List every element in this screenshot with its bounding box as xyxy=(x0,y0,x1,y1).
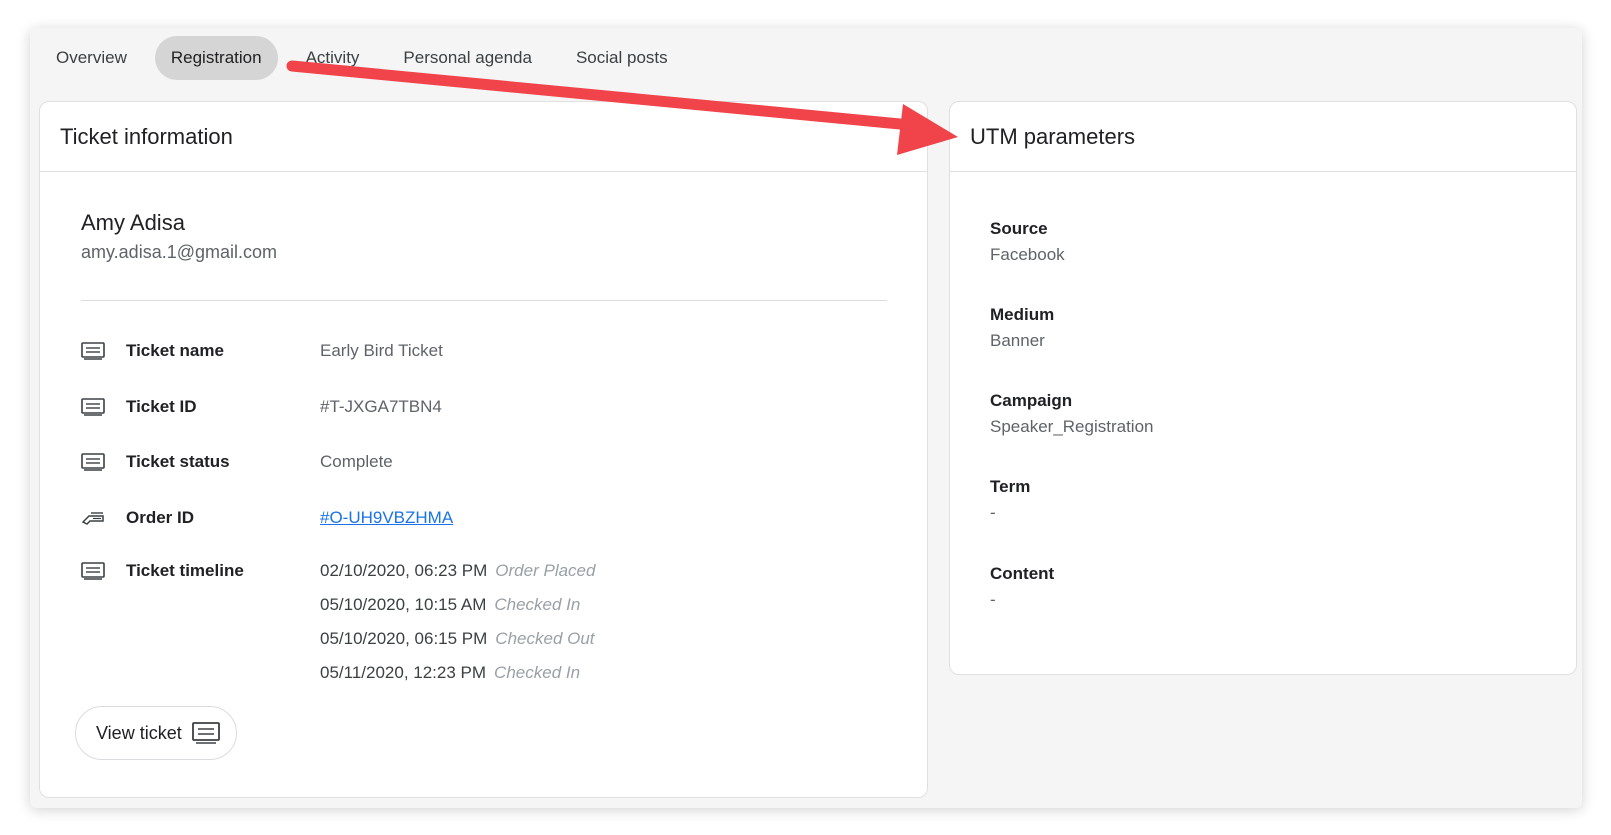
ticket-icon xyxy=(191,722,220,744)
ticket-id-row: Ticket ID #T-JXGA7TBN4 xyxy=(81,397,442,416)
ticket-card-title: Ticket information xyxy=(40,102,927,172)
utm-medium: Medium Banner xyxy=(990,305,1054,351)
ticket-icon xyxy=(81,453,105,471)
timeline-entry: 05/11/2020, 12:23 PM Checked In xyxy=(320,663,580,683)
utm-content: Content - xyxy=(990,564,1054,610)
order-id-row: Order ID #O-UH9VBZHMA xyxy=(81,508,453,527)
ticket-id-label: Ticket ID xyxy=(126,397,197,416)
utm-source-label: Source xyxy=(990,219,1048,238)
ticket-status-value: Complete xyxy=(320,452,393,471)
attendee-name: Amy Adisa xyxy=(81,210,185,235)
ticket-timeline-label: Ticket timeline xyxy=(126,561,244,580)
utm-campaign: Campaign Speaker_Registration xyxy=(990,391,1153,437)
timeline-date: 05/10/2020, 06:15 PM xyxy=(320,629,488,648)
tab-bar: Overview Registration Activity Personal … xyxy=(40,36,696,80)
attendee-email: amy.adisa.1@gmail.com xyxy=(81,242,278,262)
ticket-status-label: Ticket status xyxy=(126,452,230,471)
utm-content-label: Content xyxy=(990,564,1055,583)
ticket-icon xyxy=(81,398,105,416)
order-icon xyxy=(81,512,104,525)
timeline-date: 02/10/2020, 06:23 PM xyxy=(320,561,488,580)
timeline-status: Checked In xyxy=(494,663,581,682)
ticket-icon xyxy=(81,342,105,360)
utm-term-label: Term xyxy=(990,477,1031,496)
order-id-label: Order ID xyxy=(126,508,195,527)
ticket-name-label: Ticket name xyxy=(126,341,224,360)
utm-term: Term - xyxy=(990,477,1030,523)
utm-parameters-card: UTM parameters Source Facebook Medium Ba… xyxy=(949,101,1577,675)
timeline-date: 05/11/2020, 12:23 PM xyxy=(320,663,487,682)
tab-overview[interactable]: Overview xyxy=(40,36,143,80)
attendee-info: Amy Adisa amy.adisa.1@gmail.com xyxy=(81,210,277,263)
utm-term-value: - xyxy=(990,503,996,522)
utm-campaign-value: Speaker_Registration xyxy=(990,417,1154,436)
view-ticket-label: View ticket xyxy=(96,722,182,743)
order-id-link[interactable]: #O-UH9VBZHMA xyxy=(320,508,453,528)
ticket-timeline-row: Ticket timeline xyxy=(81,561,244,580)
ticket-information-card: Ticket information Amy Adisa amy.adisa.1… xyxy=(39,101,928,798)
ticket-status-row: Ticket status Complete xyxy=(81,452,393,471)
divider xyxy=(81,300,887,301)
utm-medium-label: Medium xyxy=(990,305,1055,324)
timeline-entry: 05/10/2020, 06:15 PM Checked Out xyxy=(320,629,595,649)
ticket-name-value: Early Bird Ticket xyxy=(320,341,443,360)
ticket-id-value: #T-JXGA7TBN4 xyxy=(320,397,442,416)
tab-registration[interactable]: Registration xyxy=(154,36,278,80)
utm-source: Source Facebook xyxy=(990,219,1065,265)
utm-card-title: UTM parameters xyxy=(950,102,1576,172)
tab-social-posts[interactable]: Social posts xyxy=(560,36,684,80)
utm-medium-value: Banner xyxy=(990,331,1045,350)
view-ticket-button[interactable]: View ticket xyxy=(75,706,237,760)
timeline-status: Checked Out xyxy=(495,629,595,648)
ticket-icon xyxy=(81,562,105,580)
utm-source-value: Facebook xyxy=(990,245,1065,264)
timeline-date: 05/10/2020, 10:15 AM xyxy=(320,595,487,614)
timeline-status: Checked In xyxy=(494,595,581,614)
utm-campaign-label: Campaign xyxy=(990,391,1073,410)
tab-personal-agenda[interactable]: Personal agenda xyxy=(387,36,548,80)
timeline-status: Order Placed xyxy=(495,561,596,580)
ticket-name-row: Ticket name Early Bird Ticket xyxy=(81,341,443,360)
tab-activity[interactable]: Activity xyxy=(290,36,376,80)
timeline-entry: 05/10/2020, 10:15 AM Checked In xyxy=(320,595,580,615)
utm-content-value: - xyxy=(990,590,996,609)
timeline-entry: 02/10/2020, 06:23 PM Order Placed xyxy=(320,561,595,581)
